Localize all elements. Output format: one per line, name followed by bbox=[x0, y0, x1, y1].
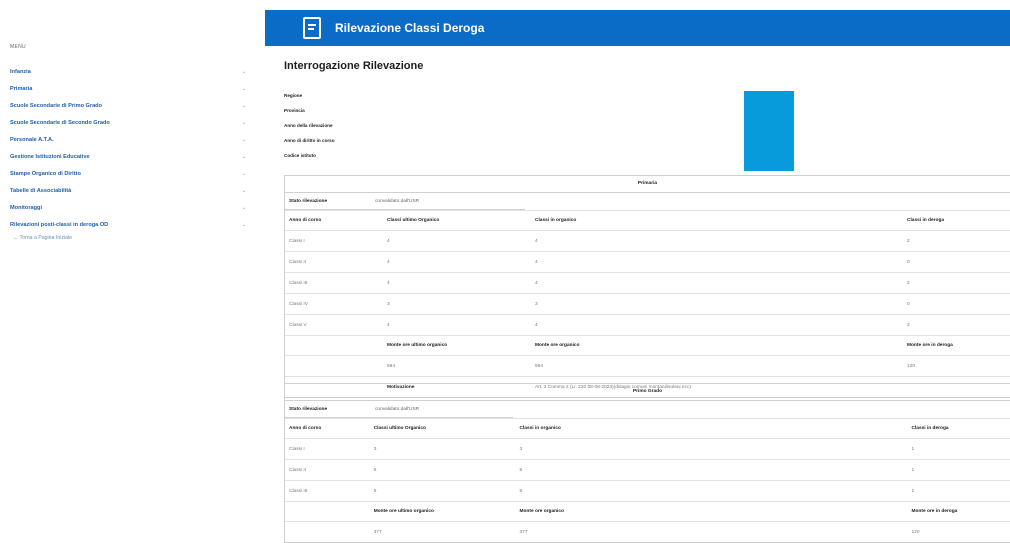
info-label-codice-istituto: Codice istituto bbox=[284, 153, 316, 158]
monte-ore-header-row: Monte ore ultimo organico Monte ore orga… bbox=[285, 501, 1010, 521]
info-label-anno-diritto: Anno di diritto in corso bbox=[284, 138, 335, 143]
table-row: Classi V442 bbox=[285, 314, 1010, 335]
monte-ore-values-row: 594 594 120 bbox=[285, 355, 1010, 376]
sidebar-item-rilevazioni[interactable]: Rilevazioni posti-classi in deroga OD ⌄ bbox=[10, 217, 250, 234]
chevron-down-icon: ⌄ bbox=[241, 222, 246, 229]
stato-rilevazione-row: Stato rilevazione convalidato dall'USR bbox=[285, 401, 1010, 417]
table-row: Classi I331 bbox=[285, 438, 1010, 459]
redacted-block bbox=[744, 91, 794, 171]
sidebar: MENU Infanzia ⌄ Primaria ⌄ Scuole Secondar… bbox=[10, 44, 250, 241]
document-icon bbox=[303, 17, 321, 39]
sidebar-item-monitoraggi[interactable]: Monitoraggi ⌄ bbox=[10, 200, 250, 217]
back-home-link[interactable]: ← Torna a Pagina Iniziale bbox=[13, 235, 250, 241]
menu-label: MENU bbox=[10, 44, 26, 50]
sidebar-item-secondarie-primo-grado[interactable]: Scuole Secondarie di Primo Grado ⌄ bbox=[10, 97, 250, 114]
stato-value: convalidato dall'USR bbox=[375, 406, 420, 412]
table-row: Classi II 5 5 1 bbox=[285, 459, 1010, 480]
table-row: Classi II 4 4 0 bbox=[285, 251, 1010, 272]
sidebar-item-secondarie-secondo-grado[interactable]: Scuole Secondarie di Secondo Grado ⌄ bbox=[10, 114, 250, 131]
info-label-provincia: Provincia bbox=[284, 108, 305, 113]
info-label-regione: Regione bbox=[284, 93, 303, 98]
chevron-down-icon: ⌄ bbox=[241, 188, 246, 195]
chevron-down-icon: ⌄ bbox=[241, 85, 246, 92]
sidebar-item-personale-ata[interactable]: Personale A.T.A. ⌄ bbox=[10, 131, 250, 148]
table-row: Classi III 5 5 1 bbox=[285, 480, 1010, 501]
page-title: Interrogazione Rilevazione bbox=[284, 60, 424, 72]
app-title: Rilevazione Classi Deroga bbox=[335, 21, 485, 35]
info-label-anno-rilevazione: Anno della rilevazione bbox=[284, 123, 333, 128]
table-row: Classi I442 bbox=[285, 230, 1010, 251]
primo-grado-panel: Primo Grado Stato rilevazione convalidat… bbox=[284, 383, 1010, 543]
monte-ore-header-row: Monte ore ultimo organico Monte ore orga… bbox=[285, 335, 1010, 355]
stato-label: Stato rilevazione bbox=[289, 406, 328, 412]
stato-rilevazione-row: Stato rilevazione convalidato dall'USR bbox=[285, 193, 1010, 209]
stato-value: convalidato dall'USR bbox=[375, 198, 420, 204]
primaria-panel: Primaria Stato rilevazione convalidato d… bbox=[284, 175, 1010, 398]
sidebar-item-infanzia[interactable]: Infanzia ⌄ bbox=[10, 63, 250, 80]
app-header: Rilevazione Classi Deroga bbox=[265, 10, 1010, 46]
main-content: Interrogazione Rilevazione Regione Provi… bbox=[284, 60, 1010, 543]
table-row: Classi IV 3 3 0 bbox=[285, 293, 1010, 314]
chevron-down-icon: ⌄ bbox=[241, 102, 246, 109]
monte-ore-values-row: 377 377 120 bbox=[285, 521, 1010, 542]
sidebar-item-stampe[interactable]: Stampe Organico di Diritto ⌄ bbox=[10, 166, 250, 183]
panel-header: Primo Grado bbox=[285, 384, 1010, 401]
sidebar-item-primaria[interactable]: Primaria ⌄ bbox=[10, 80, 250, 97]
table-header-row: Anno di corso Classi ultimo Organico Cla… bbox=[285, 418, 1010, 438]
stato-label: Stato rilevazione bbox=[289, 198, 328, 204]
chevron-down-icon: ⌄ bbox=[241, 171, 246, 178]
table-header-row: Anno di corso Classi ultimo Organico Cla… bbox=[285, 210, 1010, 230]
chevron-down-icon: ⌄ bbox=[241, 154, 246, 161]
table-row: Classi III 4 4 2 bbox=[285, 272, 1010, 293]
sidebar-item-tabelle[interactable]: Tabelle di Associabilità ⌄ bbox=[10, 183, 250, 200]
chevron-down-icon: ⌄ bbox=[241, 68, 246, 75]
chevron-down-icon: ⌄ bbox=[241, 136, 246, 143]
chevron-down-icon: ⌄ bbox=[241, 205, 246, 212]
panel-header: Primaria bbox=[285, 176, 1010, 193]
chevron-down-icon: ⌄ bbox=[241, 119, 246, 126]
sidebar-item-istituzioni-educative[interactable]: Gestione Istituzioni Educative ⌄ bbox=[10, 148, 250, 165]
